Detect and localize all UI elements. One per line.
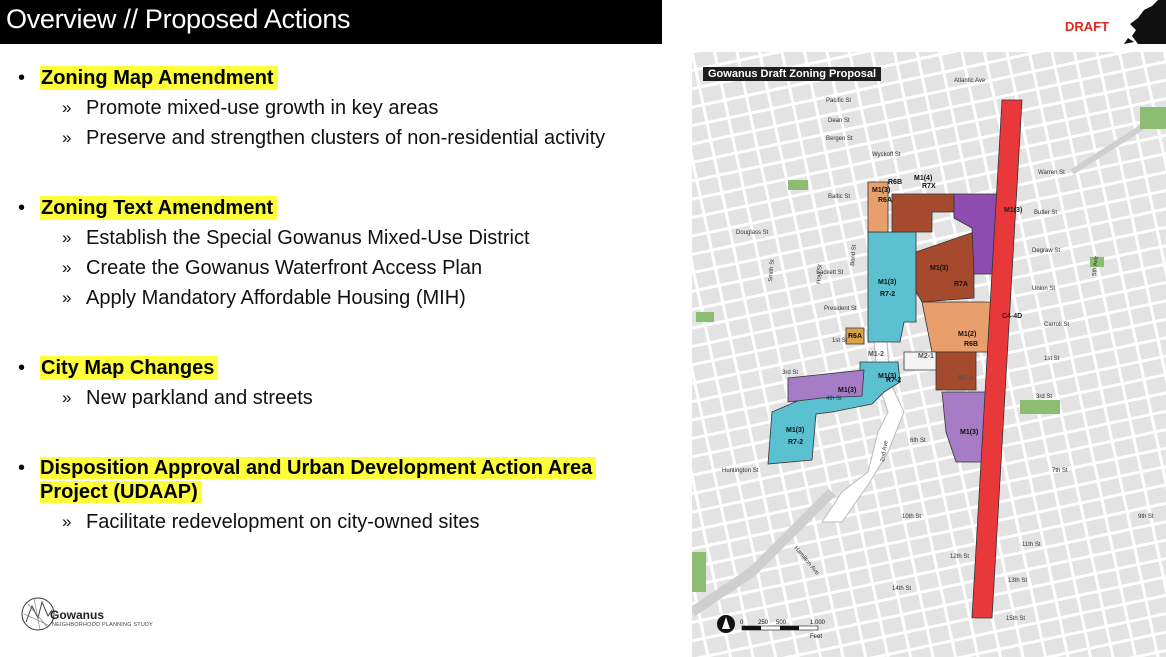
street-label: 4th St [826,396,842,402]
street-label: Warren St [1038,170,1065,176]
street-label: Dean St [828,118,850,124]
street-label: 14th St [892,586,911,592]
zoning-map: R6B M1(4) R7X M1(3) R6A M1(3) M1(3) R7-2… [692,52,1166,657]
svg-text:Feet: Feet [810,634,822,640]
zone-label: M1(3) [838,387,856,394]
street-label: 12th St [950,554,969,560]
section-heading: Disposition Approval and Urban Developme… [40,456,597,504]
zone-label: M1-1 [958,375,974,382]
street-label: 10th St [902,514,921,520]
slide-title: Overview // Proposed Actions [6,4,351,34]
zone-label: R6B [888,179,902,186]
bullet: • [18,357,26,379]
street-label: Wyckoff St [872,152,901,158]
section-city-map: • City Map Changes » New parkland and st… [18,356,668,410]
svg-text:1,000: 1,000 [810,620,826,626]
bullet: • [18,457,26,479]
zone-label: R7-2 [788,439,803,446]
section-heading: Zoning Text Amendment [40,196,278,220]
street-label: President St [824,306,857,312]
street-label: Butler St [1034,210,1057,216]
section-heading: Zoning Map Amendment [40,66,278,90]
section-zoning-text: • Zoning Text Amendment » Establish the … [18,196,668,310]
bullet: • [18,197,26,219]
street-label: Carroll St [1044,322,1069,328]
list-item: » Apply Mandatory Affordable Housing (MI… [62,287,466,309]
park [692,552,706,592]
street-label: 3rd St [782,370,798,376]
park [696,312,714,322]
nyc-outline-icon [1124,0,1166,44]
list-item: » Create the Gowanus Waterfront Access P… [62,257,483,279]
street-label: 1st St [1044,356,1060,362]
list-item: » Facilitate redevelopment on city-owned… [62,511,480,533]
zone-label: M1-2 [868,351,884,358]
section-zoning-map: • Zoning Map Amendment » Promote mixed-u… [18,66,668,150]
section-disposition: • Disposition Approval and Urban Develop… [18,456,668,534]
park [1020,400,1060,414]
street-label: Douglass St [736,230,769,236]
zone-label: C4-4D [1002,313,1022,320]
zone-label: M1(3) [930,265,948,272]
street-label: Union St [1032,286,1055,292]
street-label: Baltic St [828,194,850,200]
street-label: 7th St [1052,468,1068,474]
svg-text:250: 250 [758,620,769,626]
action-list: • Zoning Map Amendment » Promote mixed-u… [18,66,668,580]
street-label: 13th St [1008,578,1027,584]
street-label: Pacific St [826,98,851,104]
street-label: 9th St [1138,514,1154,520]
zone-label: M2-1 [918,353,934,360]
zone-label: M1(3) [960,429,978,436]
zone-label: M1(2) [958,331,976,338]
street-label: Atlantic Ave [954,78,986,84]
street-label: 6th St [910,438,926,444]
logo-subtitle: NEIGHBORHOOD PLANNING STUDY [52,622,154,628]
zone-label: R7A [954,281,968,288]
zone-label: R6A [848,333,862,340]
logo-name: Gowanus [50,608,105,622]
list-item: » Promote mixed-use growth in key areas [62,97,439,119]
street-label: 3rd St [1036,394,1052,400]
map-title: Gowanus Draft Zoning Proposal [703,67,882,81]
street-label: Bergen St [826,136,853,142]
zone-brown [935,351,977,391]
zone-label: R7-2 [886,377,901,384]
street-label: 15th St [1006,616,1025,622]
list-item: » Preserve and strengthen clusters of no… [62,127,606,149]
zone-label: R6A [878,197,892,204]
park [1140,107,1166,129]
draft-badge: DRAFT [1065,19,1110,34]
zone-label: M1(3) [872,187,890,194]
list-item: » New parkland and streets [62,387,313,409]
zone-label: M1(4) [914,175,932,182]
zone-label: R6B [964,341,978,348]
zone-orange [921,301,993,353]
zone-label: R7X [922,183,936,190]
zone-label: M1(3) [786,427,804,434]
street-label: 11th St [1022,542,1041,548]
section-heading: City Map Changes [40,356,219,380]
street-label: 1st St [832,338,848,344]
list-item: » Establish the Special Gowanus Mixed-Us… [62,227,530,249]
bullet: • [18,67,26,89]
park [788,180,808,190]
zone-label: R7-2 [880,291,895,298]
title-bar: Overview // Proposed Actions [0,0,662,44]
street-label: Huntington St [722,468,759,474]
zone-label: M1(3) [1004,207,1022,214]
zone-label: M1(3) [878,279,896,286]
street-label: Degraw St [1032,248,1060,254]
svg-text:500: 500 [776,620,787,626]
